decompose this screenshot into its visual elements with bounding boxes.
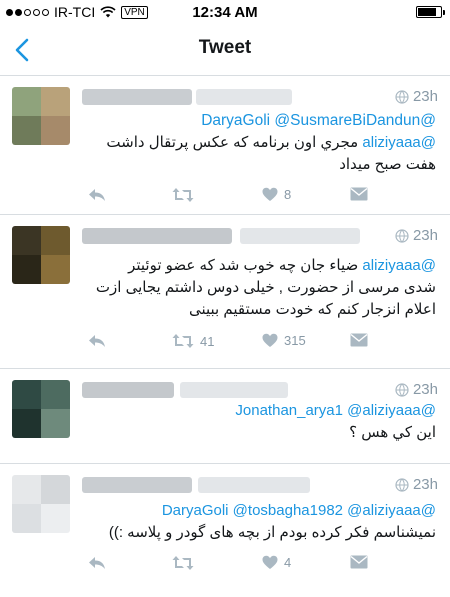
heart-icon bbox=[262, 333, 278, 347]
status-bar: IR-TCI VPN 12:34 AM bbox=[0, 0, 450, 24]
tweet-body: @DaryaGoli @tosbagha1982 @aliziyaaa نمیش… bbox=[80, 500, 436, 544]
reply-tweet[interactable]: 23h @aliziyaaa ضیاء جان چه خوب شد که عضو… bbox=[0, 216, 450, 369]
avatar[interactable] bbox=[12, 475, 70, 533]
tweet-time[interactable]: 23h bbox=[413, 227, 438, 244]
blurred-display-name[interactable] bbox=[82, 477, 192, 493]
reply-icon bbox=[89, 189, 105, 201]
tweet-text: هفت صبح ميداد bbox=[339, 156, 436, 173]
tweet-actions: 41 315 bbox=[80, 333, 438, 355]
tweet-text: نمیشناسم فکر کرده بودم از بچه های گودر و… bbox=[108, 524, 436, 541]
mention-line[interactable]: @Jonathan_arya1 @aliziyaaa bbox=[80, 400, 436, 422]
tweet-text: اين کي هس ؟ bbox=[349, 424, 436, 441]
tweet-text: شدی مرسی از حضورت , خیلی دوس داشتم یجایی… bbox=[95, 279, 436, 296]
tweet-actions: 4 bbox=[80, 555, 438, 577]
blurred-display-name[interactable] bbox=[82, 228, 232, 244]
heart-icon bbox=[262, 555, 278, 569]
globe-icon bbox=[395, 89, 409, 104]
tweet-time[interactable]: 23h bbox=[413, 88, 438, 105]
mention-link[interactable]: @aliziyaaa bbox=[362, 257, 436, 274]
tweet-actions: 8 bbox=[80, 187, 438, 209]
retweet-icon bbox=[172, 556, 194, 570]
retweet-icon bbox=[172, 188, 194, 202]
mention-line[interactable]: @DaryaGoli @SusmareBiDandun bbox=[80, 110, 436, 132]
tweet-meta: 23h bbox=[395, 88, 438, 105]
blurred-username[interactable] bbox=[198, 477, 310, 493]
envelope-icon bbox=[350, 555, 368, 569]
retweet-count: 41 bbox=[200, 333, 215, 349]
avatar[interactable] bbox=[12, 380, 70, 438]
like-count: 4 bbox=[284, 555, 292, 570]
tweet-text: ضیاء جان چه خوب شد که عضو توئیتر bbox=[128, 257, 359, 274]
like-count: 8 bbox=[284, 187, 292, 202]
envelope-icon bbox=[350, 187, 368, 201]
retweet-button[interactable] bbox=[172, 187, 200, 203]
reply-tweet[interactable]: 23h @Jonathan_arya1 @aliziyaaa اين کي هس… bbox=[0, 370, 450, 464]
like-count: 315 bbox=[284, 333, 306, 348]
tweet-body: @aliziyaaa ضیاء جان چه خوب شد که عضو توئ… bbox=[80, 255, 436, 321]
like-button[interactable]: 4 bbox=[262, 555, 291, 570]
retweet-button[interactable]: 41 bbox=[172, 333, 214, 349]
mention-line[interactable]: @DaryaGoli @tosbagha1982 @aliziyaaa bbox=[80, 500, 436, 522]
navigation-bar: Tweet bbox=[0, 24, 450, 76]
battery-level bbox=[418, 8, 436, 16]
tweet-time[interactable]: 23h bbox=[413, 476, 438, 493]
avatar[interactable] bbox=[12, 226, 70, 284]
blurred-username[interactable] bbox=[240, 228, 360, 244]
globe-icon bbox=[395, 228, 409, 243]
tweet-meta: 23h bbox=[395, 227, 438, 244]
envelope-icon bbox=[350, 333, 368, 347]
tweet-text: مجري اون برنامه که عکس پرتقال داشت bbox=[106, 134, 359, 151]
reply-button[interactable] bbox=[88, 555, 112, 571]
tweet-meta: 23h bbox=[395, 476, 438, 493]
tweet-time[interactable]: 23h bbox=[413, 381, 438, 398]
retweet-button[interactable] bbox=[172, 555, 200, 571]
reply-icon bbox=[89, 335, 105, 347]
reply-button[interactable] bbox=[88, 187, 112, 203]
reply-button[interactable] bbox=[88, 333, 112, 349]
blurred-username[interactable] bbox=[196, 89, 292, 105]
globe-icon bbox=[395, 477, 409, 492]
like-button[interactable]: 8 bbox=[262, 187, 291, 202]
reply-tweet[interactable]: 23h @DaryaGoli @tosbagha1982 @aliziyaaa … bbox=[0, 465, 450, 597]
mention-link[interactable]: @aliziyaaa bbox=[362, 134, 436, 151]
heart-icon bbox=[262, 187, 278, 201]
reply-icon bbox=[89, 557, 105, 569]
tweet-body: @Jonathan_arya1 @aliziyaaa اين کي هس ؟ bbox=[80, 400, 436, 444]
clock: 12:34 AM bbox=[192, 4, 258, 21]
tweet-meta: 23h bbox=[395, 381, 438, 398]
direct-message-button[interactable] bbox=[350, 333, 368, 347]
page-title: Tweet bbox=[198, 37, 252, 58]
like-button[interactable]: 315 bbox=[262, 333, 306, 348]
blurred-username[interactable] bbox=[180, 382, 288, 398]
retweet-icon bbox=[172, 334, 194, 348]
direct-message-button[interactable] bbox=[350, 555, 368, 569]
tweet-body: @DaryaGoli @SusmareBiDandun @aliziyaaa م… bbox=[80, 110, 436, 176]
direct-message-button[interactable] bbox=[350, 187, 368, 201]
avatar[interactable] bbox=[12, 87, 70, 145]
blurred-display-name[interactable] bbox=[82, 382, 174, 398]
reply-tweet[interactable]: 23h @DaryaGoli @SusmareBiDandun @aliziya… bbox=[0, 77, 450, 215]
battery-icon bbox=[416, 6, 445, 18]
tweet-text: اعلام انزجار کنم که خودت مستقیم ببینی bbox=[188, 301, 436, 318]
globe-icon bbox=[395, 382, 409, 397]
blurred-display-name[interactable] bbox=[82, 89, 192, 105]
